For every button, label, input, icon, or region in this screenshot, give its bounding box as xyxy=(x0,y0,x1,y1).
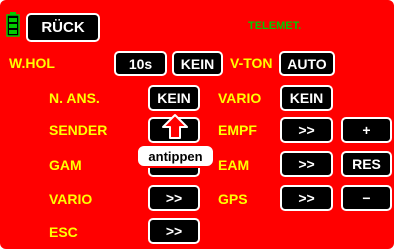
vario-label: VARIO xyxy=(49,191,93,207)
gam-label: GAM xyxy=(49,157,82,173)
vton-button[interactable]: AUTO xyxy=(279,51,335,76)
sender-label: SENDER xyxy=(49,122,108,138)
whol-switch-button[interactable]: KEIN xyxy=(172,51,223,76)
eam-button[interactable]: >> xyxy=(280,151,333,177)
battery-icon xyxy=(6,12,20,37)
nans-button[interactable]: KEIN xyxy=(148,85,200,111)
esc-label: ESC xyxy=(49,224,78,240)
back-button[interactable]: RÜCK xyxy=(26,13,100,42)
plus-button[interactable]: + xyxy=(341,117,392,143)
vario-button[interactable]: >> xyxy=(148,185,200,211)
up-arrow-icon xyxy=(162,114,188,139)
esc-button[interactable]: >> xyxy=(148,218,200,244)
nans-label: N. ANS. xyxy=(49,90,100,106)
tap-callout: antippen xyxy=(136,144,215,168)
minus-button[interactable]: − xyxy=(341,185,392,211)
telemetry-screen: RÜCK TELEMET. W.HOL 10s KEIN V-TON AUTO … xyxy=(0,0,394,249)
whol-label: W.HOL xyxy=(9,55,55,71)
whol-time-button[interactable]: 10s xyxy=(114,51,167,76)
empf-label: EMPF xyxy=(218,122,257,138)
page-title: TELEMET. xyxy=(248,20,302,32)
vario-rx-label: VARIO xyxy=(218,90,262,106)
eam-label: EAM xyxy=(218,157,250,173)
gps-label: GPS xyxy=(218,191,248,207)
gps-button[interactable]: >> xyxy=(280,185,333,211)
reset-button[interactable]: RES xyxy=(341,151,392,177)
empf-button[interactable]: >> xyxy=(280,117,333,143)
vario-rx-button[interactable]: KEIN xyxy=(280,85,333,111)
vton-label: V-TON xyxy=(230,55,273,71)
